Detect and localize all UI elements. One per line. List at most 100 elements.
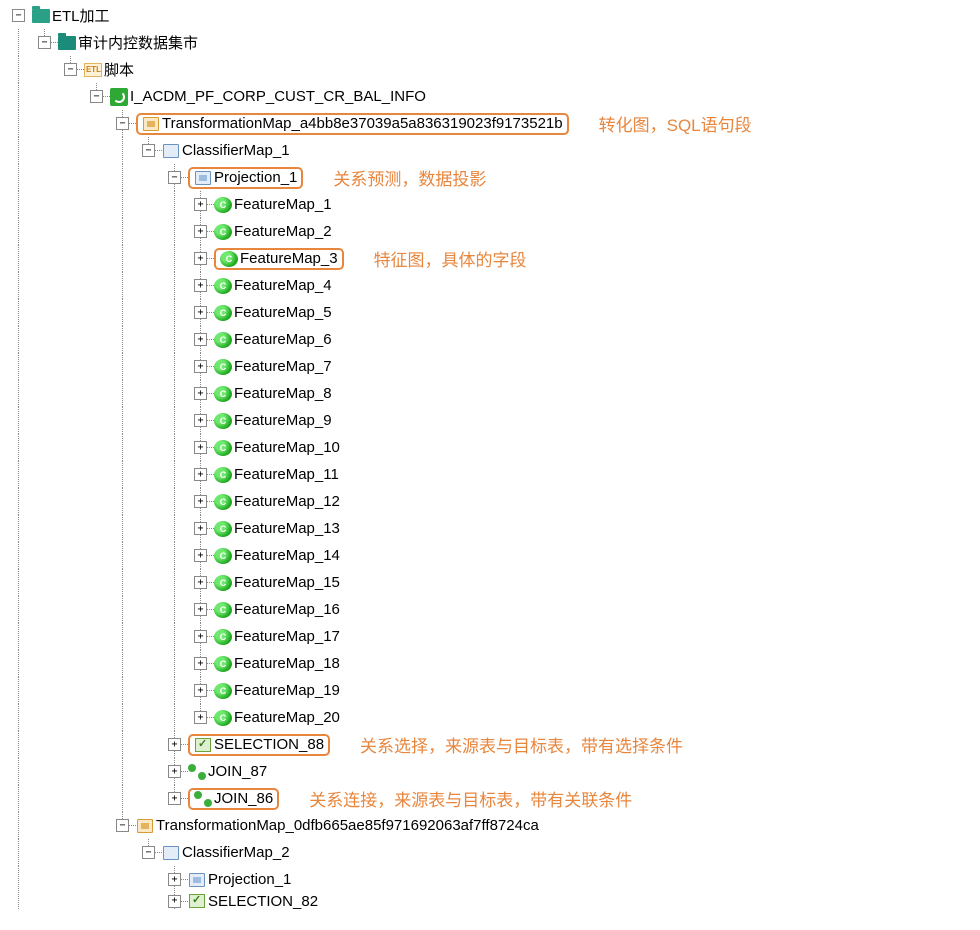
feature-map-icon: C (214, 494, 232, 510)
transformation-map-icon (136, 817, 154, 835)
node-label: FeatureMap_1 (234, 196, 332, 213)
tree-node-proj1[interactable]: − Projection_1 关系预测，数据投影 (6, 164, 974, 191)
feature-map-icon: C (214, 683, 232, 699)
tree-node-datamart[interactable]: − 审计内控数据集市 (6, 29, 974, 56)
node-label: FeatureMap_15 (234, 574, 340, 591)
node-label: FeatureMap_13 (234, 520, 340, 537)
tree-node-featuremap[interactable]: + CFeatureMap_20 (6, 704, 974, 731)
tree-node-featuremap[interactable]: + CFeatureMap_8 (6, 380, 974, 407)
feature-map-icon: C (214, 197, 232, 213)
toggle-tmap2[interactable]: − (116, 819, 129, 832)
refresh-icon (110, 88, 128, 106)
tree-node-sel88[interactable]: + SELECTION_88 关系选择，来源表与目标表，带有选择条件 (6, 731, 974, 758)
tree-node-script[interactable]: − ETL 脚本 (6, 56, 974, 83)
toggle-feat-15[interactable]: + (194, 576, 207, 589)
toggle-feat-3[interactable]: + (194, 252, 207, 265)
feature-map-icon: C (214, 332, 232, 348)
toggle-feat-20[interactable]: + (194, 711, 207, 724)
node-label: FeatureMap_7 (234, 358, 332, 375)
feature-map-icon: C (214, 305, 232, 321)
tree-node-featuremap[interactable]: + CFeatureMap_3特征图，具体的字段 (6, 245, 974, 272)
tree-view: − ETL加工 − 审计内控数据集市 − ETL 脚本 − I_ACDM_PF_… (6, 2, 974, 909)
tree-node-cmap2[interactable]: − ClassifierMap_2 (6, 839, 974, 866)
tree-node-proj2[interactable]: + Projection_1 (6, 866, 974, 893)
tree-node-root[interactable]: − ETL加工 (6, 2, 974, 29)
toggle-feat-10[interactable]: + (194, 441, 207, 454)
highlight-box: CFeatureMap_3 (214, 248, 344, 270)
toggle-job[interactable]: − (90, 90, 103, 103)
toggle-feat-7[interactable]: + (194, 360, 207, 373)
node-label: FeatureMap_11 (234, 466, 339, 483)
tree-node-featuremap[interactable]: + CFeatureMap_12 (6, 488, 974, 515)
tree-node-job[interactable]: − I_ACDM_PF_CORP_CUST_CR_BAL_INFO (6, 83, 974, 110)
toggle-feat-12[interactable]: + (194, 495, 207, 508)
tree-node-featuremap[interactable]: + CFeatureMap_6 (6, 326, 974, 353)
folder-icon (58, 34, 76, 52)
toggle-feat-8[interactable]: + (194, 387, 207, 400)
toggle-feat-9[interactable]: + (194, 414, 207, 427)
feature-map-icon: C (214, 575, 232, 591)
tree-node-featuremap[interactable]: + CFeatureMap_10 (6, 434, 974, 461)
annotation-tmap: 转化图，SQL语句段 (599, 111, 752, 136)
tree-node-featuremap[interactable]: + CFeatureMap_2 (6, 218, 974, 245)
tree-node-featuremap[interactable]: + CFeatureMap_13 (6, 515, 974, 542)
tree-node-featuremap[interactable]: + CFeatureMap_5 (6, 299, 974, 326)
toggle-feat-4[interactable]: + (194, 279, 207, 292)
toggle-feat-5[interactable]: + (194, 306, 207, 319)
tree-node-featuremap[interactable]: + CFeatureMap_4 (6, 272, 974, 299)
tree-node-featuremap[interactable]: + CFeatureMap_17 (6, 623, 974, 650)
node-label: FeatureMap_5 (234, 304, 332, 321)
node-label: FeatureMap_19 (234, 682, 340, 699)
node-label: FeatureMap_8 (234, 385, 332, 402)
node-label: FeatureMap_6 (234, 331, 332, 348)
toggle-script[interactable]: − (64, 63, 77, 76)
tree-node-featuremap[interactable]: + CFeatureMap_7 (6, 353, 974, 380)
tree-node-featuremap[interactable]: + CFeatureMap_11 (6, 461, 974, 488)
projection-icon (188, 871, 206, 889)
toggle-datamart[interactable]: − (38, 36, 51, 49)
toggle-proj2[interactable]: + (168, 873, 181, 886)
toggle-join87[interactable]: + (168, 765, 181, 778)
tree-node-tmap1[interactable]: − TransformationMap_a4bb8e37039a5a836319… (6, 110, 974, 137)
tree-node-tmap2[interactable]: − TransformationMap_0dfb665ae85f97169206… (6, 812, 974, 839)
toggle-cmap2[interactable]: − (142, 846, 155, 859)
tree-node-featuremap[interactable]: + CFeatureMap_14 (6, 542, 974, 569)
toggle-feat-19[interactable]: + (194, 684, 207, 697)
toggle-feat-1[interactable]: + (194, 198, 207, 211)
toggle-cmap1[interactable]: − (142, 144, 155, 157)
node-label: FeatureMap_9 (234, 412, 332, 429)
tree-node-cmap1[interactable]: − ClassifierMap_1 (6, 137, 974, 164)
classifier-map-icon (162, 142, 180, 160)
toggle-tmap1[interactable]: − (116, 117, 129, 130)
toggle-sel82[interactable]: + (168, 895, 181, 908)
join-icon (188, 763, 206, 781)
toggle-feat-6[interactable]: + (194, 333, 207, 346)
toggle-root[interactable]: − (12, 9, 25, 22)
feature-map-icon: C (214, 467, 232, 483)
tree-node-featuremap[interactable]: + CFeatureMap_18 (6, 650, 974, 677)
toggle-feat-14[interactable]: + (194, 549, 207, 562)
node-label: FeatureMap_16 (234, 601, 340, 618)
toggle-feat-17[interactable]: + (194, 630, 207, 643)
tree-node-join86[interactable]: + JOIN_86 关系连接，来源表与目标表，带有关联条件 (6, 785, 974, 812)
classifier-map-icon (162, 844, 180, 862)
node-label: FeatureMap_14 (234, 547, 340, 564)
tree-node-join87[interactable]: + JOIN_87 (6, 758, 974, 785)
tree-node-featuremap[interactable]: + CFeatureMap_19 (6, 677, 974, 704)
toggle-feat-16[interactable]: + (194, 603, 207, 616)
toggle-feat-11[interactable]: + (194, 468, 207, 481)
tree-node-featuremap[interactable]: + CFeatureMap_16 (6, 596, 974, 623)
tree-node-sel82[interactable]: + SELECTION_82 (6, 893, 974, 909)
toggle-feat-2[interactable]: + (194, 225, 207, 238)
node-label: TransformationMap_a4bb8e37039a5a83631902… (162, 115, 563, 132)
tree-node-featuremap[interactable]: + CFeatureMap_9 (6, 407, 974, 434)
toggle-feat-13[interactable]: + (194, 522, 207, 535)
toggle-join86[interactable]: + (168, 792, 181, 805)
tree-node-featuremap[interactable]: + CFeatureMap_1 (6, 191, 974, 218)
toggle-feat-18[interactable]: + (194, 657, 207, 670)
toggle-sel88[interactable]: + (168, 738, 181, 751)
tree-node-featuremap[interactable]: + CFeatureMap_15 (6, 569, 974, 596)
node-label: FeatureMap_3 (240, 250, 338, 267)
toggle-proj1[interactable]: − (168, 171, 181, 184)
node-label: I_ACDM_PF_CORP_CUST_CR_BAL_INFO (130, 88, 426, 105)
